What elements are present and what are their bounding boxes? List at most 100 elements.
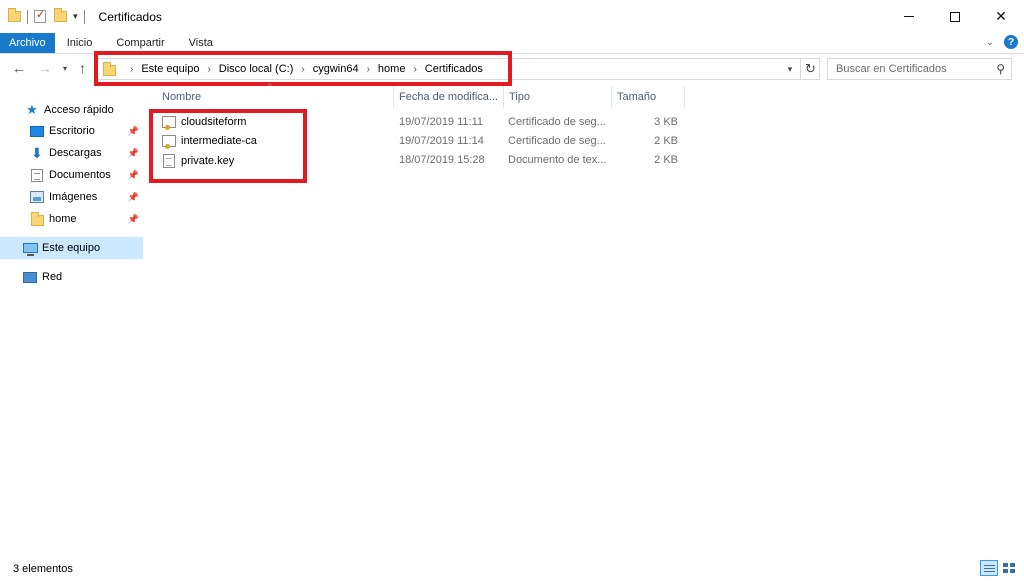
search-placeholder: Buscar en Certificados (836, 63, 947, 75)
divider (83, 9, 85, 24)
breadcrumb-separator-icon[interactable]: › (301, 64, 304, 75)
sidebar-item-label: Este equipo (42, 242, 101, 254)
pin-icon[interactable]: 📌 (128, 148, 139, 159)
breadcrumb-este-equipo[interactable]: Este equipo (141, 63, 199, 75)
sidebar-item-home[interactable]: home 📌 (0, 208, 143, 230)
sidebar-item-label: Escritorio (49, 125, 95, 137)
file-type: Certificado de seg... (508, 116, 606, 128)
expand-ribbon-chevron-icon[interactable]: ⌄ (986, 37, 994, 48)
pin-icon[interactable]: 📌 (128, 214, 139, 225)
column-header-name[interactable]: Nombre (156, 86, 393, 108)
view-switcher (980, 560, 1018, 576)
breadcrumb-separator-icon[interactable]: › (207, 64, 210, 75)
column-divider[interactable] (684, 86, 685, 108)
file-name: private.key (181, 155, 235, 167)
back-arrow-icon[interactable]: ← (12, 60, 26, 76)
window-title: Certificados (98, 9, 162, 24)
column-header-type[interactable]: Tipo (503, 86, 611, 108)
file-row[interactable]: intermediate-ca 19/07/2019 11:14 Certifi… (158, 132, 688, 151)
status-bar: 3 elementos (0, 556, 1024, 581)
tab-archivo[interactable]: Archivo (0, 33, 55, 53)
sidebar-item-label: Red (42, 271, 63, 283)
close-button[interactable]: ✕ (978, 0, 1024, 33)
quick-access-toolbar: ▾ (0, 0, 91, 33)
tab-inicio[interactable]: Inicio (55, 33, 105, 53)
folder-icon (30, 212, 44, 226)
file-row[interactable]: private.key 18/07/2019 15:28 Documento d… (158, 151, 688, 170)
recent-locations-chevron-icon[interactable]: ▾ (63, 64, 67, 73)
column-header-size[interactable]: Tamaño (611, 86, 684, 108)
breadcrumb-separator-icon[interactable]: › (413, 64, 416, 75)
folder-icon (8, 8, 21, 22)
up-arrow-icon[interactable]: ↑ (79, 60, 86, 76)
address-bar[interactable]: › Este equipo › Disco local (C:) › cygwi… (96, 58, 820, 80)
network-icon (23, 271, 37, 283)
tab-vista[interactable]: Vista (177, 33, 225, 53)
pin-icon[interactable]: 📌 (128, 126, 139, 137)
address-row: ← → ▾ ↑ › Este equipo › Disco local (C:)… (0, 54, 1024, 84)
navigation-pane: ★ Acceso rápido Escritorio 📌 ⬇ Descargas… (0, 86, 146, 556)
folder-icon (103, 62, 116, 76)
certificate-icon (162, 116, 176, 130)
certificate-icon (162, 135, 176, 149)
file-size: 2 KB (654, 154, 678, 166)
minimize-icon (904, 16, 914, 17)
desktop-icon (30, 125, 44, 137)
maximize-button[interactable] (932, 0, 978, 33)
address-dropdown-icon[interactable]: ▾ (782, 58, 798, 80)
minimize-button[interactable] (886, 0, 932, 33)
search-input[interactable]: Buscar en Certificados ⚲ (827, 58, 1012, 80)
details-view-icon[interactable] (980, 560, 998, 576)
forward-arrow-icon[interactable]: → (38, 60, 52, 76)
breadcrumb-separator-icon[interactable]: › (130, 64, 133, 75)
sidebar-item-documentos[interactable]: Documentos 📌 (0, 164, 143, 186)
properties-icon[interactable] (34, 8, 46, 23)
file-row[interactable]: cloudsiteform 19/07/2019 11:11 Certifica… (158, 113, 688, 132)
ribbon-tabs: Archivo Inicio Compartir Vista ⌄ ? (0, 33, 1024, 54)
documents-icon (31, 168, 43, 182)
sidebar-item-label: Imágenes (49, 191, 98, 203)
sidebar-item-label: Documentos (49, 169, 111, 181)
file-name: cloudsiteform (181, 116, 247, 128)
download-icon: ⬇ (31, 144, 43, 161)
file-date: 18/07/2019 15:28 (399, 154, 485, 166)
breadcrumb-home[interactable]: home (378, 63, 406, 75)
sidebar-item-este-equipo[interactable]: Este equipo (0, 237, 143, 259)
file-name: intermediate-ca (181, 135, 257, 147)
file-size: 2 KB (654, 135, 678, 147)
pin-icon[interactable]: 📌 (128, 170, 139, 181)
sidebar-item-imagenes[interactable]: Imágenes 📌 (0, 186, 143, 208)
file-date: 19/07/2019 11:11 (399, 116, 484, 128)
pictures-icon (30, 191, 44, 203)
column-header-date[interactable]: Fecha de modifica... (393, 86, 503, 108)
help-icon[interactable]: ? (1004, 35, 1018, 49)
sidebar-item-label: home (49, 213, 77, 225)
breadcrumb-disco-local[interactable]: Disco local (C:) (219, 63, 294, 75)
sidebar-item-red[interactable]: Red (0, 266, 143, 288)
search-icon: ⚲ (996, 62, 1005, 76)
sidebar-item-descargas[interactable]: ⬇ Descargas 📌 (0, 142, 143, 164)
file-size: 3 KB (654, 116, 678, 128)
customize-toolbar-chevron-icon[interactable]: ▾ (73, 11, 78, 22)
sidebar-item-escritorio[interactable]: Escritorio 📌 (0, 120, 143, 142)
sidebar-item-label: Acceso rápido (44, 104, 114, 116)
sidebar-item-quick-access[interactable]: ★ Acceso rápido (0, 99, 143, 121)
sidebar-item-label: Descargas (49, 147, 102, 159)
pin-icon[interactable]: 📌 (128, 192, 139, 203)
large-icons-view-icon[interactable] (1000, 560, 1018, 576)
file-type: Documento de tex... (508, 154, 607, 166)
divider (27, 9, 28, 24)
star-icon: ★ (26, 102, 38, 117)
breadcrumb-separator-icon[interactable]: › (367, 64, 370, 75)
computer-icon (22, 243, 38, 256)
file-date: 19/07/2019 11:14 (399, 135, 484, 147)
tab-compartir[interactable]: Compartir (104, 33, 176, 53)
refresh-icon[interactable]: ↻ (800, 58, 820, 80)
breadcrumb-certificados[interactable]: Certificados (425, 63, 483, 75)
text-file-icon (163, 154, 175, 168)
title-bar: ▾ Certificados ✕ (0, 0, 1024, 33)
maximize-icon (950, 11, 960, 22)
file-type: Certificado de seg... (508, 135, 606, 147)
breadcrumb-cygwin64[interactable]: cygwin64 (313, 63, 359, 75)
new-folder-icon[interactable] (54, 8, 67, 22)
